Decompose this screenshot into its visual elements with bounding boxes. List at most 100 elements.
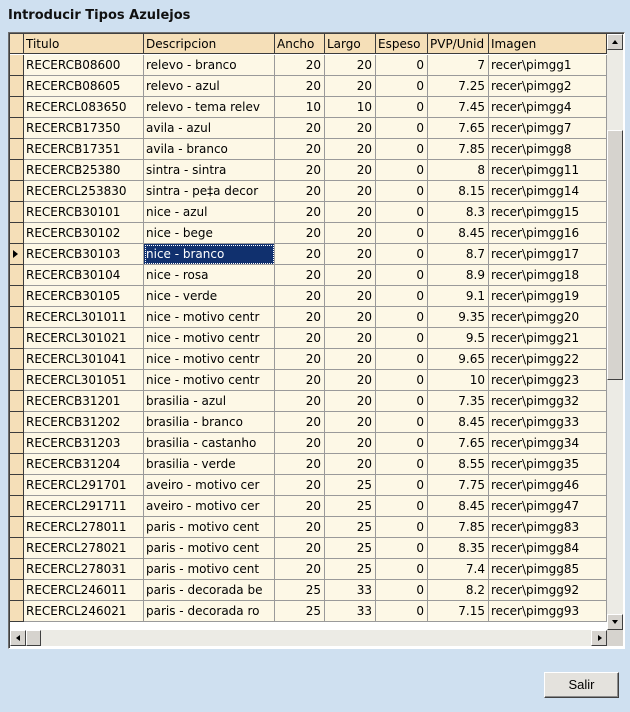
- cell-pvp-unid[interactable]: 7.85: [428, 139, 489, 160]
- cell-pvp-unid[interactable]: 7.85: [428, 517, 489, 538]
- table-row[interactable]: RECERCL278011 paris - motivo cent 20 25 0 7.8…: [10, 517, 607, 538]
- cell-imagen[interactable]: recer\pimgg17: [489, 244, 607, 265]
- cell-espesor[interactable]: 0: [376, 181, 428, 202]
- table-row[interactable]: RECERCB17351 avila - branco 20 20 0 7.85 recer…: [10, 139, 607, 160]
- cell-ancho[interactable]: 25: [275, 601, 325, 622]
- column-header-titulo[interactable]: Titulo: [24, 34, 144, 54]
- cell-titulo[interactable]: RECERCL291711: [24, 496, 144, 517]
- column-header-pvp-unid[interactable]: PVP/Unid: [428, 34, 489, 54]
- cell-espesor[interactable]: 0: [376, 265, 428, 286]
- cell-imagen[interactable]: recer\pimgg34: [489, 433, 607, 454]
- cell-descripcion[interactable]: nice - motivo centr: [144, 370, 275, 391]
- cell-titulo[interactable]: RECERCB31202: [24, 412, 144, 433]
- table-row[interactable]: RECERCB31203 brasilia - castanho 20 20 0 7.65…: [10, 433, 607, 454]
- table-row[interactable]: RECERCB31202 brasilia - branco 20 20 0 8.45 re…: [10, 412, 607, 433]
- cell-ancho[interactable]: 20: [275, 139, 325, 160]
- cell-ancho[interactable]: 20: [275, 496, 325, 517]
- cell-pvp-unid[interactable]: 8.45: [428, 412, 489, 433]
- cell-largo[interactable]: 20: [325, 370, 376, 391]
- cell-descripcion[interactable]: nice - azul: [144, 202, 275, 223]
- table-row[interactable]: RECERCL301011 nice - motivo centr 20 20 0 9.3…: [10, 307, 607, 328]
- cell-titulo[interactable]: RECERCL301021: [24, 328, 144, 349]
- row-indicator[interactable]: [10, 559, 24, 580]
- cell-pvp-unid[interactable]: 9.1: [428, 286, 489, 307]
- cell-ancho[interactable]: 20: [275, 475, 325, 496]
- cell-titulo[interactable]: RECERCB08605: [24, 76, 144, 97]
- cell-largo[interactable]: 20: [325, 76, 376, 97]
- cell-titulo[interactable]: RECERCB08600: [24, 55, 144, 76]
- cell-largo[interactable]: 20: [325, 307, 376, 328]
- row-indicator[interactable]: [10, 412, 24, 433]
- table-row[interactable]: RECERCB31201 brasilia - azul 20 20 0 7.35 rece…: [10, 391, 607, 412]
- row-indicator[interactable]: [10, 181, 24, 202]
- cell-descripcion[interactable]: sintra - sintra: [144, 160, 275, 181]
- vertical-scroll-thumb[interactable]: [607, 130, 623, 380]
- cell-imagen[interactable]: recer\pimgg16: [489, 223, 607, 244]
- cell-imagen[interactable]: recer\pimgg47: [489, 496, 607, 517]
- cell-largo[interactable]: 20: [325, 433, 376, 454]
- cell-ancho[interactable]: 20: [275, 286, 325, 307]
- cell-titulo[interactable]: RECERCL278021: [24, 538, 144, 559]
- cell-titulo[interactable]: RECERCL246021: [24, 601, 144, 622]
- cell-descripcion[interactable]: relevo - azul: [144, 76, 275, 97]
- cell-descripcion[interactable]: brasilia - branco: [144, 412, 275, 433]
- cell-largo[interactable]: 20: [325, 202, 376, 223]
- cell-largo[interactable]: 25: [325, 559, 376, 580]
- horizontal-scrollbar[interactable]: [10, 630, 607, 646]
- cell-largo[interactable]: 20: [325, 265, 376, 286]
- cell-ancho[interactable]: 20: [275, 454, 325, 475]
- cell-imagen[interactable]: recer\pimgg32: [489, 391, 607, 412]
- cell-largo[interactable]: 20: [325, 244, 376, 265]
- cell-titulo[interactable]: RECERCB31204: [24, 454, 144, 475]
- cell-pvp-unid[interactable]: 7.75: [428, 475, 489, 496]
- cell-titulo[interactable]: RECERCB17350: [24, 118, 144, 139]
- cell-pvp-unid[interactable]: 8.2: [428, 580, 489, 601]
- cell-largo[interactable]: 33: [325, 580, 376, 601]
- cell-ancho[interactable]: 20: [275, 181, 325, 202]
- cell-largo[interactable]: 25: [325, 517, 376, 538]
- cell-espesor[interactable]: 0: [376, 391, 428, 412]
- row-indicator[interactable]: [10, 202, 24, 223]
- cell-pvp-unid[interactable]: 7.25: [428, 76, 489, 97]
- cell-titulo[interactable]: RECERCB30104: [24, 265, 144, 286]
- cell-titulo[interactable]: RECERCB31203: [24, 433, 144, 454]
- row-indicator[interactable]: [10, 307, 24, 328]
- cell-ancho[interactable]: 20: [275, 202, 325, 223]
- column-header-ancho[interactable]: Ancho: [275, 34, 325, 54]
- cell-imagen[interactable]: recer\pimgg4: [489, 97, 607, 118]
- cell-descripcion[interactable]: brasilia - castanho: [144, 433, 275, 454]
- cell-descripcion[interactable]: paris - decorada be: [144, 580, 275, 601]
- cell-espesor[interactable]: 0: [376, 433, 428, 454]
- table-row[interactable]: RECERCL291711 aveiro - motivo cer 20 25 0 8.4…: [10, 496, 607, 517]
- row-indicator[interactable]: [10, 328, 24, 349]
- cell-descripcion[interactable]: avila - azul: [144, 118, 275, 139]
- cell-largo[interactable]: 20: [325, 223, 376, 244]
- cell-espesor[interactable]: 0: [376, 202, 428, 223]
- cell-pvp-unid[interactable]: 8.9: [428, 265, 489, 286]
- scroll-left-button[interactable]: [10, 630, 26, 646]
- cell-pvp-unid[interactable]: 8.3: [428, 202, 489, 223]
- tiles-data-grid[interactable]: Titulo Descripcion Ancho Largo Espeso PVP/Uni…: [8, 32, 625, 649]
- cell-descripcion[interactable]: nice - motivo centr: [144, 349, 275, 370]
- table-row[interactable]: RECERCL246011 paris - decorada be 25 33 0 8.2…: [10, 580, 607, 601]
- cell-pvp-unid[interactable]: 8.45: [428, 496, 489, 517]
- cell-pvp-unid[interactable]: 8.7: [428, 244, 489, 265]
- row-indicator[interactable]: [10, 517, 24, 538]
- cell-pvp-unid[interactable]: 9.5: [428, 328, 489, 349]
- cell-pvp-unid[interactable]: 7.65: [428, 433, 489, 454]
- table-row[interactable]: RECERCB08605 relevo - azul 20 20 0 7.25 recer\…: [10, 76, 607, 97]
- row-indicator[interactable]: [10, 160, 24, 181]
- cell-titulo[interactable]: RECERCL301011: [24, 307, 144, 328]
- cell-imagen[interactable]: recer\pimgg18: [489, 265, 607, 286]
- cell-espesor[interactable]: 0: [376, 118, 428, 139]
- row-indicator[interactable]: [10, 370, 24, 391]
- cell-imagen[interactable]: recer\pimgg11: [489, 160, 607, 181]
- cell-largo[interactable]: 20: [325, 181, 376, 202]
- cell-descripcion[interactable]: sintra - pe‡a decor: [144, 181, 275, 202]
- row-indicator[interactable]: [10, 286, 24, 307]
- cell-ancho[interactable]: 10: [275, 97, 325, 118]
- cell-largo[interactable]: 20: [325, 412, 376, 433]
- cell-ancho[interactable]: 20: [275, 349, 325, 370]
- cell-espesor[interactable]: 0: [376, 76, 428, 97]
- cell-titulo[interactable]: RECERCL253830: [24, 181, 144, 202]
